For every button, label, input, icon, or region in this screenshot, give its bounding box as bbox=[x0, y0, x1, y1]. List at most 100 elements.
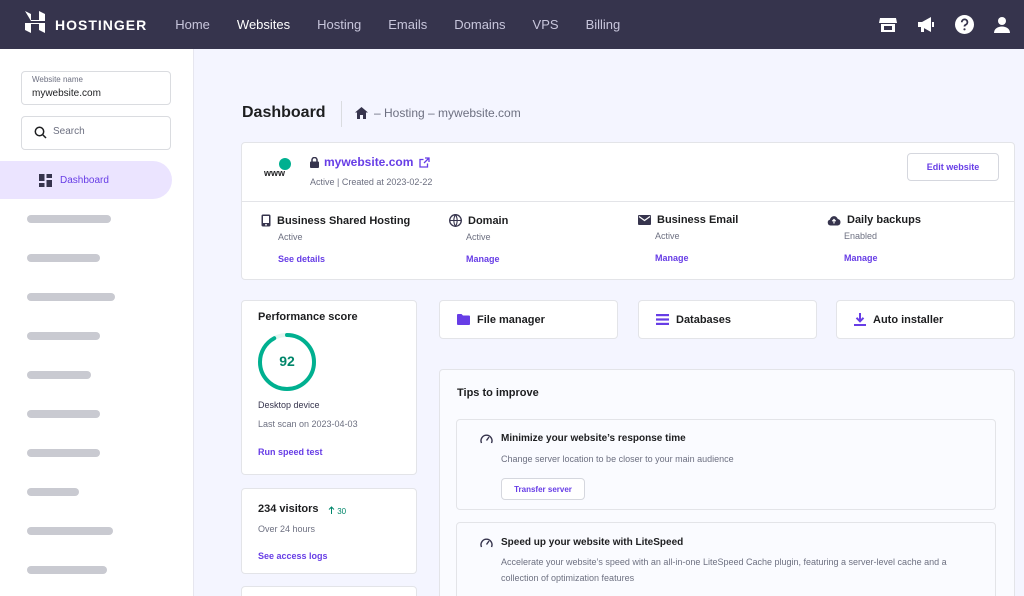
header-divider bbox=[341, 101, 342, 127]
tip-text: Change server location to be closer to y… bbox=[501, 454, 734, 464]
service-name: Domain bbox=[468, 214, 509, 227]
sidebar-item-placeholder[interactable] bbox=[27, 410, 100, 418]
service-status: Active bbox=[278, 232, 303, 242]
service-domain: Domain Active Manage bbox=[449, 214, 508, 264]
site-name-row: mywebsite.com bbox=[310, 155, 431, 169]
sidebar-item-placeholder[interactable] bbox=[27, 566, 107, 574]
manage-domain-link[interactable]: Manage bbox=[466, 254, 508, 264]
phone-icon bbox=[261, 214, 271, 227]
manage-backups-link[interactable]: Manage bbox=[844, 253, 921, 263]
service-status: Active bbox=[466, 232, 491, 242]
nav-vps[interactable]: VPS bbox=[533, 17, 559, 32]
sidebar-item-placeholder[interactable] bbox=[27, 332, 100, 340]
visitors-card: 234 visitors 30 Over 24 hours See access… bbox=[241, 488, 417, 574]
download-icon bbox=[854, 313, 866, 326]
sidebar-item-placeholder[interactable] bbox=[27, 449, 100, 457]
nav-billing[interactable]: Billing bbox=[586, 17, 621, 32]
sidebar-item-label: Dashboard bbox=[60, 174, 109, 186]
performance-score: 92 bbox=[279, 353, 295, 369]
breadcrumb-path[interactable]: – Hosting – mywebsite.com bbox=[374, 106, 521, 120]
arrow-up-icon bbox=[328, 506, 335, 514]
visitors-count: 234 visitors bbox=[258, 503, 319, 515]
transfer-server-button[interactable]: Transfer server bbox=[501, 478, 585, 500]
breadcrumb: – Hosting – mywebsite.com bbox=[355, 106, 521, 120]
edit-website-button[interactable]: Edit website bbox=[907, 153, 999, 181]
top-icons bbox=[860, 0, 1012, 49]
file-manager-button[interactable]: File manager bbox=[439, 300, 618, 339]
tool-label: Auto installer bbox=[873, 313, 944, 326]
sidebar-item-placeholder[interactable] bbox=[27, 527, 113, 535]
see-details-link[interactable]: See details bbox=[278, 254, 410, 264]
page-title: Dashboard bbox=[242, 104, 326, 121]
sidebar-item-dashboard[interactable]: Dashboard bbox=[0, 161, 172, 199]
nav-emails[interactable]: Emails bbox=[388, 17, 427, 32]
hostinger-logo-icon bbox=[25, 11, 45, 38]
divider bbox=[242, 201, 1014, 202]
home-icon[interactable] bbox=[355, 107, 368, 119]
visitors-trend: 30 bbox=[328, 506, 346, 516]
nav-domains[interactable]: Domains bbox=[454, 17, 505, 32]
service-backups: Daily backups Enabled Manage bbox=[827, 214, 921, 263]
speedometer-icon bbox=[480, 538, 493, 548]
search-icon bbox=[34, 126, 47, 139]
service-name: Business Email bbox=[657, 214, 739, 226]
folder-icon bbox=[457, 314, 470, 325]
site-status: Active | Created at 2023-02-22 bbox=[310, 177, 433, 187]
external-link-icon[interactable] bbox=[419, 156, 431, 168]
website-name-label: Website name bbox=[32, 75, 83, 84]
sidebar-item-placeholder[interactable] bbox=[27, 254, 100, 262]
manage-email-link[interactable]: Manage bbox=[655, 253, 738, 263]
tip-item: Speed up your website with LiteSpeed Acc… bbox=[456, 522, 996, 596]
tips-card: Tips to improve Minimize your website’s … bbox=[439, 369, 1015, 596]
next-card bbox=[241, 586, 417, 596]
device-label: Desktop device bbox=[258, 400, 320, 410]
sidebar-item-placeholder[interactable] bbox=[27, 488, 79, 496]
lock-icon bbox=[310, 156, 319, 168]
nav-home[interactable]: Home bbox=[175, 17, 210, 32]
brand-logo[interactable]: HOSTINGER bbox=[25, 11, 147, 38]
service-status: Enabled bbox=[844, 231, 878, 241]
sidebar-item-placeholder[interactable] bbox=[27, 293, 115, 301]
tip-text: Accelerate your website’s speed with an … bbox=[501, 557, 947, 583]
service-status: Active bbox=[655, 231, 680, 241]
brand-name: HOSTINGER bbox=[55, 16, 148, 33]
dashboard-icon bbox=[39, 173, 52, 187]
performance-title: Performance score bbox=[258, 311, 358, 323]
main-nav: Home Websites Hosting Emails Domains VPS… bbox=[175, 17, 647, 32]
tip-title: Minimize your website’s response time bbox=[501, 433, 686, 444]
performance-card: Performance score 92 Desktop device Last… bbox=[241, 300, 417, 475]
service-hosting: Business Shared Hosting Active See detai… bbox=[261, 214, 410, 264]
service-name: Daily backups bbox=[847, 214, 921, 226]
megaphone-icon[interactable] bbox=[916, 15, 936, 35]
service-email: Business Email Active Manage bbox=[638, 214, 738, 263]
service-name: Business Shared Hosting bbox=[277, 214, 411, 227]
site-name-link[interactable]: mywebsite.com bbox=[324, 155, 413, 169]
nav-websites[interactable]: Websites bbox=[237, 17, 290, 32]
globe-icon bbox=[449, 214, 462, 227]
top-navbar: HOSTINGER Home Websites Hosting Emails D… bbox=[0, 0, 1024, 49]
databases-button[interactable]: Databases bbox=[638, 300, 817, 339]
search-input[interactable] bbox=[53, 126, 163, 137]
tool-label: Databases bbox=[676, 313, 732, 326]
user-icon[interactable] bbox=[992, 15, 1012, 35]
see-access-logs-link[interactable]: See access logs bbox=[258, 551, 328, 561]
cloud-upload-icon bbox=[827, 215, 841, 225]
run-speed-test-link[interactable]: Run speed test bbox=[258, 447, 323, 457]
store-icon[interactable] bbox=[878, 15, 898, 35]
sidebar: Website name mywebsite.com Dashboard bbox=[0, 49, 194, 596]
website-card: www mywebsite.com Active | Created at 20… bbox=[241, 142, 1015, 280]
auto-installer-button[interactable]: Auto installer bbox=[836, 300, 1015, 339]
help-icon[interactable] bbox=[954, 15, 974, 35]
speedometer-icon bbox=[480, 434, 493, 444]
nav-hosting[interactable]: Hosting bbox=[317, 17, 361, 32]
tip-item: Minimize your website’s response time Ch… bbox=[456, 419, 996, 510]
sidebar-item-placeholder[interactable] bbox=[27, 215, 111, 223]
tool-label: File manager bbox=[477, 313, 545, 326]
tip-title: Speed up your website with LiteSpeed bbox=[501, 537, 684, 548]
website-name-select[interactable]: Website name mywebsite.com bbox=[21, 71, 171, 105]
last-scan: Last scan on 2023-04-03 bbox=[258, 419, 358, 429]
sidebar-item-placeholder[interactable] bbox=[27, 371, 91, 379]
search-field[interactable] bbox=[21, 116, 171, 150]
mail-icon bbox=[638, 215, 651, 225]
visitors-period: Over 24 hours bbox=[258, 524, 316, 534]
